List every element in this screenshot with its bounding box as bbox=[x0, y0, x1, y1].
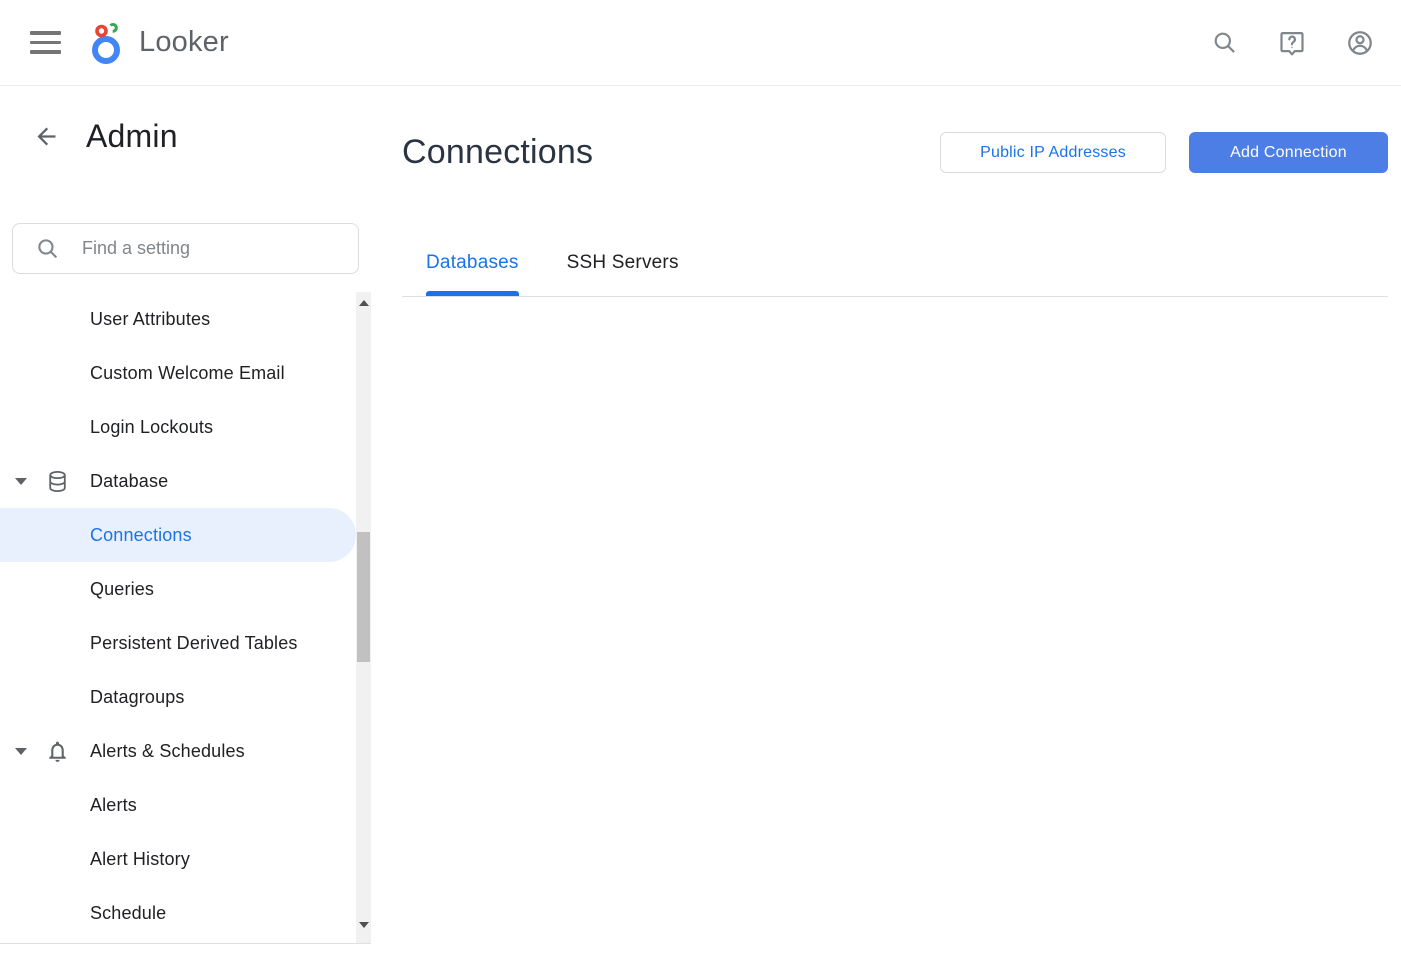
help-button[interactable] bbox=[1278, 29, 1306, 57]
sidebar-item-label: Connections bbox=[0, 525, 192, 546]
looker-logo[interactable]: Looker bbox=[88, 20, 229, 66]
arrow-back-icon bbox=[33, 123, 60, 150]
account-icon bbox=[1346, 29, 1374, 57]
sidebar-item-alerts-schedules[interactable]: Alerts & Schedules bbox=[0, 724, 356, 778]
sidebar-item-login-lockouts[interactable]: Login Lockouts bbox=[0, 400, 356, 454]
sidebar-item-label: Queries bbox=[0, 579, 154, 600]
public-ip-addresses-button[interactable]: Public IP Addresses bbox=[940, 132, 1166, 173]
sidebar-item-alert-history[interactable]: Alert History bbox=[0, 832, 356, 886]
expand-caret-icon[interactable] bbox=[15, 478, 27, 485]
search-icon bbox=[1211, 29, 1238, 56]
sidebar-item-persistent-derived-tables[interactable]: Persistent Derived Tables bbox=[0, 616, 356, 670]
back-button[interactable] bbox=[32, 122, 60, 150]
sidebar-item-label: Alerts & Schedules bbox=[0, 741, 245, 762]
tab-ssh-servers[interactable]: SSH Servers bbox=[567, 213, 679, 296]
sidebar-item-datagroups[interactable]: Datagroups bbox=[0, 670, 356, 724]
looker-logo-icon bbox=[88, 20, 132, 66]
sidebar-item-connections[interactable]: Connections bbox=[0, 508, 356, 562]
tab-bar: Databases SSH Servers bbox=[402, 213, 1388, 297]
settings-search-input[interactable] bbox=[82, 238, 344, 259]
scrollbar-thumb[interactable] bbox=[357, 532, 370, 662]
help-icon bbox=[1278, 29, 1306, 57]
sidebar-item-label: Login Lockouts bbox=[0, 417, 213, 438]
scroll-down-button[interactable] bbox=[356, 916, 371, 934]
sidebar-item-queries[interactable]: Queries bbox=[0, 562, 356, 616]
bell-icon bbox=[44, 738, 70, 764]
looker-logo-text: Looker bbox=[139, 26, 229, 59]
sidebar-item-label: Alerts bbox=[0, 795, 137, 816]
sidebar-item-label: Custom Welcome Email bbox=[0, 363, 285, 384]
sidebar-title: Admin bbox=[86, 118, 178, 155]
main-content: Connections Public IP Addresses Add Conn… bbox=[371, 86, 1401, 963]
admin-sidebar: Admin User Attributes Custom Welcome Emai… bbox=[0, 86, 371, 963]
scroll-up-button[interactable] bbox=[356, 294, 371, 312]
page-title: Connections bbox=[402, 133, 593, 172]
account-button[interactable] bbox=[1346, 29, 1374, 57]
search-icon bbox=[35, 236, 60, 261]
triangle-down-icon bbox=[359, 922, 369, 928]
add-connection-button[interactable]: Add Connection bbox=[1189, 132, 1388, 173]
top-bar: Looker bbox=[0, 0, 1401, 86]
triangle-up-icon bbox=[359, 300, 369, 306]
sidebar-list: User Attributes Custom Welcome Email Login… bbox=[0, 292, 356, 943]
sidebar-item-user-attributes[interactable]: User Attributes bbox=[0, 292, 356, 346]
sidebar-item-label: User Attributes bbox=[0, 309, 210, 330]
admin-header: Admin bbox=[32, 111, 371, 161]
sidebar-item-label: Persistent Derived Tables bbox=[0, 633, 298, 654]
settings-search-box[interactable] bbox=[12, 223, 359, 274]
expand-caret-icon[interactable] bbox=[15, 748, 27, 755]
sidebar-item-schedule[interactable]: Schedule bbox=[0, 886, 356, 940]
hamburger-menu-icon[interactable] bbox=[30, 28, 64, 58]
search-button[interactable] bbox=[1210, 29, 1238, 57]
sidebar-item-label: Alert History bbox=[0, 849, 190, 870]
sidebar-item-database[interactable]: Database bbox=[0, 454, 356, 508]
sidebar-scrollbar[interactable] bbox=[356, 292, 371, 944]
sidebar-item-label: Schedule bbox=[0, 903, 166, 924]
tab-databases[interactable]: Databases bbox=[426, 213, 519, 296]
sidebar-item-label: Datagroups bbox=[0, 687, 185, 708]
database-icon bbox=[44, 468, 70, 494]
sidebar-item-alerts[interactable]: Alerts bbox=[0, 778, 356, 832]
sidebar-nav: User Attributes Custom Welcome Email Login… bbox=[0, 292, 371, 944]
sidebar-item-custom-welcome-email[interactable]: Custom Welcome Email bbox=[0, 346, 356, 400]
